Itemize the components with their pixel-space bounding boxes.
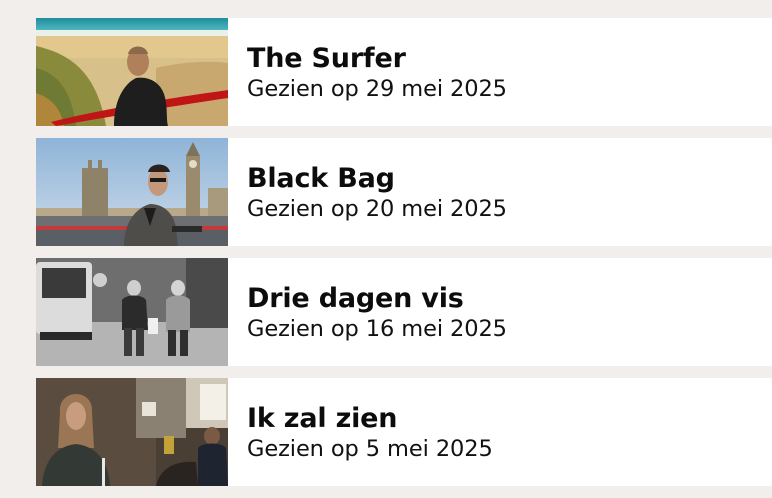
- list-item[interactable]: Ik zal zien Gezien op 5 mei 2025: [36, 378, 772, 486]
- black-bag-thumbnail-image: [36, 138, 228, 246]
- surfer-thumbnail-image: [36, 18, 228, 126]
- drie-dagen-vis-thumbnail-image: [36, 258, 228, 366]
- watched-date: Gezien op 20 mei 2025: [247, 196, 507, 222]
- list-item[interactable]: Drie dagen vis Gezien op 16 mei 2025: [36, 258, 772, 366]
- movie-title[interactable]: The Surfer: [247, 43, 507, 75]
- ik-zal-zien-thumbnail-image: [36, 378, 228, 486]
- watched-date: Gezien op 5 mei 2025: [247, 436, 493, 462]
- watched-list: The Surfer Gezien op 29 mei 2025 Black B…: [36, 18, 772, 498]
- list-item[interactable]: The Surfer Gezien op 29 mei 2025: [36, 18, 772, 126]
- watched-date: Gezien op 16 mei 2025: [247, 316, 507, 342]
- item-info: The Surfer Gezien op 29 mei 2025: [228, 18, 507, 126]
- movie-thumbnail[interactable]: [36, 258, 228, 366]
- item-info: Black Bag Gezien op 20 mei 2025: [228, 138, 507, 246]
- item-info: Drie dagen vis Gezien op 16 mei 2025: [228, 258, 507, 366]
- movie-thumbnail[interactable]: [36, 138, 228, 246]
- movie-title[interactable]: Ik zal zien: [247, 403, 493, 435]
- movie-title[interactable]: Black Bag: [247, 163, 507, 195]
- watched-date: Gezien op 29 mei 2025: [247, 76, 507, 102]
- list-item[interactable]: Black Bag Gezien op 20 mei 2025: [36, 138, 772, 246]
- item-info: Ik zal zien Gezien op 5 mei 2025: [228, 378, 493, 486]
- movie-thumbnail[interactable]: [36, 378, 228, 486]
- movie-thumbnail[interactable]: [36, 18, 228, 126]
- movie-title[interactable]: Drie dagen vis: [247, 283, 507, 315]
